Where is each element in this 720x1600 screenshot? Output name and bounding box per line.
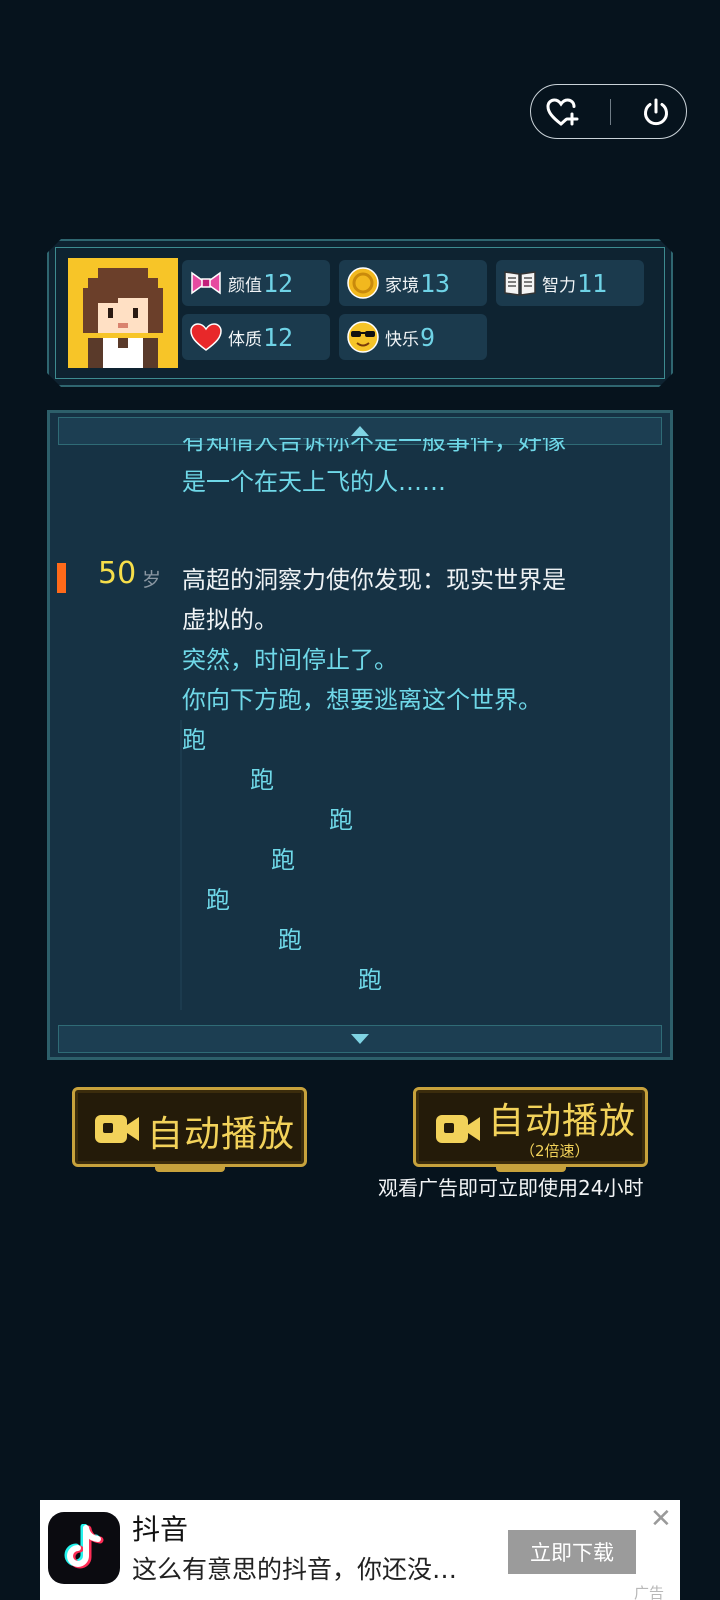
- autoplay-2x-button-tab: [495, 1164, 566, 1172]
- scroll-down-bar[interactable]: [58, 1025, 662, 1053]
- watch-ad-note: 观看广告即可立即使用24小时: [378, 1176, 644, 1200]
- stat-physique-value: 12: [263, 322, 294, 352]
- coin-icon: [345, 265, 381, 301]
- run-word: 跑: [358, 966, 382, 994]
- log-escape-line: 你向下方跑，想要逃离这个世界。: [182, 686, 542, 714]
- log-event-line-2: 虚拟的。: [182, 606, 278, 634]
- video-camera-icon: [93, 1112, 141, 1150]
- stat-family-value: 13: [420, 268, 451, 298]
- scroll-down-icon: [351, 1034, 369, 1044]
- ad-download-button[interactable]: 立即下载: [508, 1530, 636, 1574]
- run-word: 跑: [182, 726, 206, 754]
- ad-description: 这么有意思的抖音，你还没…: [132, 1555, 458, 1584]
- scroll-up-icon: [351, 426, 369, 436]
- heart-icon: [188, 319, 224, 355]
- age-number: 50: [98, 556, 137, 591]
- log-time-stop-line: 突然，时间停止了。: [182, 646, 398, 674]
- ad-close-icon[interactable]: ✕: [650, 1504, 672, 1534]
- stat-appearance: 颜值 12: [182, 260, 330, 306]
- stat-physique-label: 体质: [228, 329, 262, 350]
- log-prev-line-1: 有知情人告诉你不是一般事件，好像: [182, 438, 566, 455]
- book-icon: [502, 265, 538, 301]
- avatar: [68, 258, 178, 368]
- stat-family-label: 家境: [385, 275, 419, 296]
- ad-banner[interactable]: 抖音 这么有意思的抖音，你还没… 立即下载 ✕ 广告: [40, 1500, 680, 1600]
- stat-appearance-label: 颜值: [228, 275, 262, 296]
- run-word: 跑: [329, 806, 353, 834]
- sunglasses-icon: [345, 319, 381, 355]
- age-unit: 岁: [142, 569, 162, 591]
- autoplay-label: 自动播放: [147, 1114, 296, 1155]
- log-prev-line-2: 是一个在天上飞的人……: [182, 468, 446, 496]
- stat-intelligence-value: 11: [577, 268, 608, 298]
- run-trail: [180, 720, 182, 1010]
- top-capsule: [530, 84, 687, 139]
- run-word: 跑: [271, 846, 295, 874]
- ad-tag: 广告: [634, 1584, 665, 1600]
- autoplay-2x-button[interactable]: 自动播放 （2倍速）: [413, 1087, 648, 1172]
- bow-icon: [188, 265, 224, 301]
- stat-happiness: 快乐 9: [339, 314, 487, 360]
- log-prev-clip: 有知情人告诉你不是一般事件，好像: [182, 438, 622, 460]
- autoplay-button-tab: [154, 1164, 225, 1172]
- log-event-line-1: 高超的洞察力使你发现：现实世界是: [182, 566, 566, 594]
- run-word: 跑: [250, 766, 274, 794]
- stat-happiness-value: 9: [420, 322, 436, 352]
- stat-family: 家境 13: [339, 260, 487, 306]
- stat-appearance-value: 12: [263, 268, 294, 298]
- autoplay-button[interactable]: 自动播放: [72, 1087, 307, 1172]
- douyin-logo-icon: [48, 1512, 120, 1584]
- autoplay-2x-label: 自动播放: [488, 1101, 637, 1142]
- video-camera-icon: [434, 1112, 482, 1150]
- favorite-add-icon[interactable]: [546, 97, 580, 127]
- run-word: 跑: [278, 926, 302, 954]
- stats-panel: 颜值 12 家境 13 智力 11 体质 12 快乐 9: [47, 239, 673, 387]
- stat-intelligence: 智力 11: [496, 260, 644, 306]
- stat-intelligence-label: 智力: [542, 275, 576, 296]
- stat-physique: 体质 12: [182, 314, 330, 360]
- current-age-marker: [57, 563, 66, 593]
- capsule-divider: [609, 98, 612, 125]
- power-icon[interactable]: [641, 97, 671, 127]
- run-word: 跑: [206, 886, 230, 914]
- autoplay-2x-speed: （2倍速）: [520, 1142, 590, 1160]
- ad-app-name: 抖音: [132, 1513, 189, 1546]
- stat-happiness-label: 快乐: [385, 329, 419, 350]
